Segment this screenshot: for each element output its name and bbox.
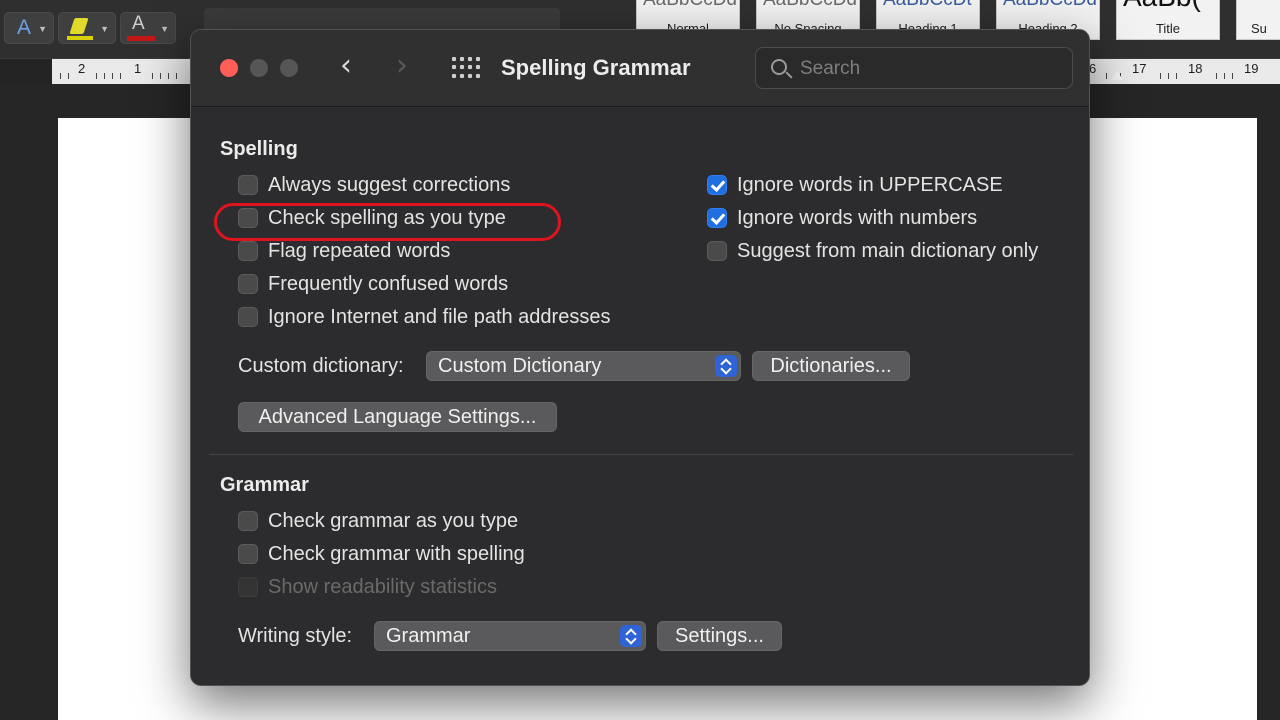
spelling-section-title: Spelling	[220, 138, 298, 160]
custom-dictionary-label: Custom dictionary:	[238, 355, 404, 377]
search-input[interactable]	[800, 56, 1060, 82]
chevron-right-icon[interactable]: ›	[396, 51, 408, 81]
indent-marker[interactable]	[1111, 71, 1123, 80]
grid-icon[interactable]	[452, 57, 480, 79]
font-color-icon: A	[132, 13, 145, 34]
checkbox[interactable]	[238, 274, 258, 294]
frequently-confused-words-checkbox[interactable]: Frequently confused words	[238, 272, 508, 296]
checkbox[interactable]	[238, 241, 258, 261]
popup-stepper-icon	[620, 625, 642, 647]
writing-style-label: Writing style:	[238, 625, 353, 647]
chevron-down-icon[interactable]: ▼	[160, 24, 169, 34]
section-divider	[209, 454, 1073, 455]
font-color-swatch	[127, 36, 155, 41]
style-title[interactable]: AaBb( Title	[1116, 0, 1220, 40]
checkbox-checked[interactable]	[707, 208, 727, 228]
highlight-annotation-circle	[214, 203, 561, 241]
style-subtitle[interactable]: Su	[1236, 0, 1280, 40]
popup-stepper-icon	[715, 355, 737, 377]
always-suggest-corrections-checkbox[interactable]: Always suggest corrections	[238, 173, 510, 197]
writing-style-popup[interactable]: Grammar	[374, 621, 646, 651]
chevron-left-icon[interactable]: ‹	[340, 51, 352, 81]
ignore-words-with-numbers-checkbox[interactable]: Ignore words with numbers	[707, 206, 977, 230]
dialog-title: Spelling Grammar	[501, 55, 691, 80]
dictionaries-button[interactable]: Dictionaries...	[752, 351, 910, 381]
checkbox[interactable]	[238, 307, 258, 327]
checkbox[interactable]	[238, 544, 258, 564]
close-button[interactable]	[220, 59, 238, 77]
checkbox[interactable]	[238, 175, 258, 195]
minimize-button[interactable]	[250, 59, 268, 77]
custom-dictionary-popup[interactable]: Custom Dictionary	[426, 351, 741, 381]
check-grammar-as-you-type-checkbox[interactable]: Check grammar as you type	[238, 509, 518, 533]
ruler-left-segment: 2 1	[52, 59, 192, 85]
zoom-button[interactable]	[280, 59, 298, 77]
highlighter-icon	[69, 18, 89, 34]
checkbox[interactable]	[707, 241, 727, 261]
check-grammar-with-spelling-checkbox[interactable]: Check grammar with spelling	[238, 542, 525, 566]
show-readability-statistics-checkbox: Show readability statistics	[238, 575, 497, 599]
text-effects-icon: A	[17, 16, 32, 39]
checkbox-checked[interactable]	[707, 175, 727, 195]
dialog-titlebar: ‹ › Spelling Grammar	[191, 30, 1089, 107]
main-dictionary-only-checkbox[interactable]: Suggest from main dictionary only	[707, 239, 1038, 263]
chevron-down-icon[interactable]: ▼	[100, 24, 109, 34]
font-color-button[interactable]: A ▼	[120, 12, 176, 44]
search-icon	[771, 59, 787, 75]
highlight-color-button[interactable]: ▼	[58, 12, 116, 44]
ignore-uppercase-checkbox[interactable]: Ignore words in UPPERCASE	[707, 173, 1003, 197]
spelling-grammar-dialog: ‹ › Spelling Grammar Spelling Always sug…	[190, 29, 1090, 686]
checkbox-disabled	[238, 577, 258, 597]
flag-repeated-words-checkbox[interactable]: Flag repeated words	[238, 239, 450, 263]
advanced-language-settings-button[interactable]: Advanced Language Settings...	[238, 402, 557, 432]
chevron-down-icon[interactable]: ▼	[38, 24, 47, 34]
grammar-settings-button[interactable]: Settings...	[657, 621, 782, 651]
search-field[interactable]	[755, 47, 1073, 89]
font-style-button[interactable]: A ▼	[4, 12, 54, 44]
highlight-color-swatch	[67, 36, 93, 40]
ignore-internet-addresses-checkbox[interactable]: Ignore Internet and file path addresses	[238, 305, 610, 329]
checkbox[interactable]	[238, 511, 258, 531]
grammar-section-title: Grammar	[220, 474, 309, 496]
